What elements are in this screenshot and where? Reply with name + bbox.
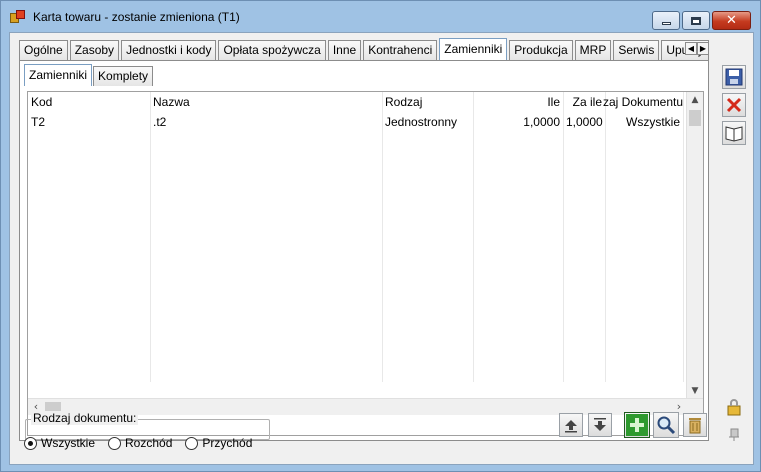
search-icon bbox=[657, 416, 676, 435]
book-icon bbox=[725, 126, 743, 142]
move-up-icon bbox=[565, 420, 577, 433]
column-divider bbox=[473, 92, 474, 382]
cell-rodzaj: Jednostronny bbox=[385, 115, 458, 129]
column-header-nazwa[interactable]: Nazwa bbox=[150, 92, 382, 112]
tab-produkcja[interactable]: Produkcja bbox=[509, 40, 573, 60]
column-divider bbox=[683, 92, 684, 382]
form-client-area: Ogólne Zasoby Jednostki i kody Opłata sp… bbox=[9, 32, 754, 465]
tab-serwis[interactable]: Serwis bbox=[613, 40, 660, 60]
radio-empty-icon[interactable] bbox=[108, 436, 121, 450]
subtab-zamienniki[interactable]: Zamienniki bbox=[24, 64, 93, 86]
cell-za-ile: 1,0000 bbox=[566, 115, 603, 129]
radio-label-rozchod: Rozchód bbox=[125, 436, 173, 450]
radio-label-przychod: Przychód bbox=[202, 436, 253, 450]
lock-icon bbox=[727, 399, 741, 416]
maximize-icon bbox=[691, 16, 701, 25]
document-type-radios: Wszystkie Rozchód Przychód bbox=[24, 436, 265, 450]
tab-inne[interactable]: Inne bbox=[327, 40, 362, 60]
trash-button[interactable] bbox=[683, 413, 707, 437]
column-header-rodzaj[interactable]: Rodzaj bbox=[382, 92, 473, 112]
tab-scroll-buttons: ◀ ▶ bbox=[685, 42, 709, 55]
sub-tabs: Zamienniki Komplety bbox=[24, 64, 154, 86]
trash-icon bbox=[689, 418, 701, 434]
pin-icon bbox=[729, 428, 739, 441]
lock-button[interactable] bbox=[722, 395, 746, 419]
main-tabs: Ogólne Zasoby Jednostki i kody Opłata sp… bbox=[19, 38, 711, 60]
tab-jednostki-i-kody[interactable]: Jednostki i kody bbox=[121, 40, 217, 60]
maximize-button[interactable] bbox=[682, 11, 710, 30]
vertical-scroll-thumb[interactable] bbox=[689, 110, 701, 126]
cell-rodzaj-dokumentu: Wszystkie bbox=[626, 115, 680, 129]
zamienniki-panel: Zamienniki Komplety Kod Nazwa Rodzaj Ile… bbox=[19, 60, 709, 441]
tab-oplata-spozywcza[interactable]: Opłata spożywcza bbox=[218, 40, 326, 60]
column-header-za-ile[interactable]: Za ile bbox=[563, 92, 605, 112]
vertical-scrollbar[interactable]: ▲ ▼ bbox=[686, 92, 703, 400]
cell-nazwa: .t2 bbox=[153, 115, 167, 129]
save-icon bbox=[725, 68, 743, 86]
radio-empty-icon[interactable] bbox=[185, 436, 199, 450]
tab-scroll-left-icon[interactable]: ◀ bbox=[685, 42, 697, 55]
book-button[interactable] bbox=[722, 121, 746, 145]
move-up-button[interactable] bbox=[559, 413, 583, 437]
tab-mrp[interactable]: MRP bbox=[574, 40, 612, 60]
column-header-rodzaj-dokumentu[interactable]: zaj Dokumentu bbox=[603, 92, 685, 112]
close-button[interactable]: ✕ bbox=[712, 11, 751, 30]
delete-icon bbox=[726, 97, 742, 113]
title-bar: Karta towaru - zostanie zmieniona (T1) ✕ bbox=[1, 1, 760, 31]
substitutes-grid[interactable]: Kod Nazwa Rodzaj Ile Za ile zaj Dokument… bbox=[27, 91, 704, 436]
tab-kontrahenci[interactable]: Kontrahenci bbox=[363, 40, 438, 60]
radio-rozchod[interactable]: Rozchód bbox=[108, 436, 172, 450]
radio-przychod[interactable]: Przychód bbox=[185, 436, 252, 450]
radio-label-wszystkie: Wszystkie bbox=[41, 436, 95, 450]
move-down-icon bbox=[594, 418, 606, 431]
pin-button[interactable] bbox=[722, 422, 746, 446]
tab-zasoby[interactable]: Zasoby bbox=[69, 40, 120, 60]
column-divider bbox=[382, 92, 383, 382]
close-icon: ✕ bbox=[726, 13, 737, 28]
document-type-label: Rodzaj dokumentu: bbox=[31, 411, 139, 425]
scroll-up-icon[interactable]: ▲ bbox=[687, 92, 703, 109]
delete-button[interactable] bbox=[722, 93, 746, 117]
column-divider bbox=[563, 92, 564, 382]
minimize-button[interactable] bbox=[652, 11, 680, 30]
table-row[interactable]: T2 .t2 Jednostronny 1,0000 1,0000 Wszyst… bbox=[28, 112, 688, 132]
tab-scroll-right-icon[interactable]: ▶ bbox=[697, 42, 709, 55]
tab-ogolne[interactable]: Ogólne bbox=[19, 40, 68, 60]
column-divider bbox=[605, 92, 606, 382]
grid-header: Kod Nazwa Rodzaj Ile Za ile zaj Dokument… bbox=[28, 92, 688, 112]
move-down-button[interactable] bbox=[588, 413, 612, 437]
column-divider bbox=[150, 92, 151, 382]
application-window: Karta towaru - zostanie zmieniona (T1) ✕… bbox=[0, 0, 761, 472]
cell-kod: T2 bbox=[31, 115, 46, 129]
column-header-kod[interactable]: Kod bbox=[28, 92, 150, 112]
minimize-icon bbox=[661, 22, 671, 25]
add-icon bbox=[626, 414, 648, 436]
save-button[interactable] bbox=[722, 65, 746, 89]
radio-selected-icon[interactable] bbox=[24, 436, 37, 450]
cell-ile: 1,0000 bbox=[523, 115, 560, 129]
column-header-ile[interactable]: Ile bbox=[473, 92, 563, 112]
radio-wszystkie[interactable]: Wszystkie bbox=[24, 436, 95, 450]
window-title: Karta towaru - zostanie zmieniona (T1) bbox=[33, 10, 240, 24]
app-icon bbox=[10, 9, 26, 25]
subtab-komplety[interactable]: Komplety bbox=[93, 66, 154, 86]
tab-zamienniki[interactable]: Zamienniki bbox=[439, 38, 508, 60]
search-button[interactable] bbox=[653, 412, 679, 438]
add-button[interactable] bbox=[624, 412, 650, 438]
